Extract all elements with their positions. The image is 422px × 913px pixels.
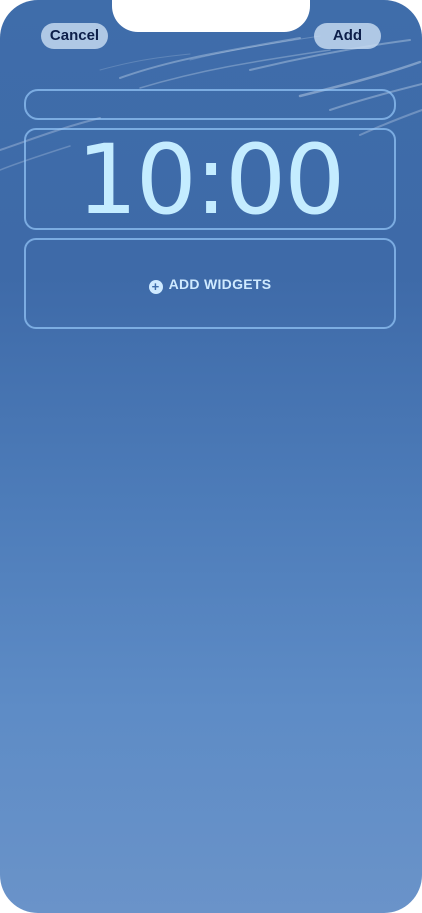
add-widgets-button[interactable]: + ADD WIDGETS	[26, 276, 394, 294]
add-widgets-slot[interactable]: + ADD WIDGETS	[24, 238, 396, 329]
clock-slot[interactable]: 10:00	[24, 128, 396, 230]
top-widget-slot[interactable]	[24, 89, 396, 120]
add-widgets-label: ADD WIDGETS	[168, 276, 272, 292]
lock-screen-editor: Cancel Add 10:00 + ADD WIDGETS	[0, 0, 422, 913]
add-button[interactable]: Add	[314, 23, 381, 49]
device-notch	[112, 0, 310, 32]
plus-circle-icon: +	[148, 280, 163, 294]
cancel-button[interactable]: Cancel	[41, 23, 108, 49]
clock-time: 10:00	[76, 124, 346, 236]
